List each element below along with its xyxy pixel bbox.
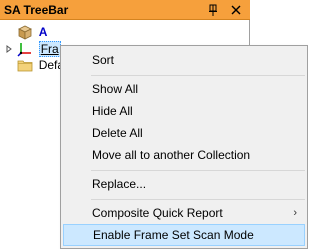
close-icon [231, 5, 241, 15]
menu-item-label: Sort [92, 53, 115, 67]
menu-item-label: Composite Quick Report [92, 206, 223, 220]
menu-item-composite-quick-report[interactable]: Composite Quick Report › [63, 202, 305, 224]
menu-item-label: Show All [92, 82, 139, 96]
close-button[interactable] [229, 3, 243, 17]
menu-item-delete-all[interactable]: Delete All [63, 122, 305, 144]
menu-item-move-all-to-another-collection[interactable]: Move all to another Collection [63, 144, 305, 166]
frame-node-label[interactable]: Fra [38, 41, 61, 57]
menu-separator [91, 75, 305, 76]
root-node-label: A [38, 25, 48, 39]
menu-item-label: Enable Frame Set Scan Mode [93, 228, 254, 242]
panel-title: SA TreeBar [4, 3, 69, 17]
package-icon [17, 24, 33, 40]
expand-arrow-icon[interactable] [4, 41, 14, 57]
screen: SA TreeBar A Fra Defau Sort Show All Hid… [0, 0, 308, 249]
menu-item-show-all[interactable]: Show All [63, 78, 305, 100]
pin-button[interactable] [206, 3, 220, 17]
menu-item-label: Move all to another Collection [92, 148, 251, 162]
menu-item-replace[interactable]: Replace... [63, 173, 305, 195]
menu-separator [91, 199, 305, 200]
menu-separator [91, 170, 305, 171]
menu-item-label: Hide All [92, 104, 133, 118]
root-expander [4, 24, 14, 40]
menu-item-enable-frame-set-scan-mode[interactable]: Enable Frame Set Scan Mode [63, 224, 305, 246]
menu-item-label: Delete All [92, 126, 143, 140]
menu-item-sort[interactable]: Sort [63, 49, 305, 71]
panel-titlebar[interactable]: SA TreeBar [0, 0, 250, 20]
default-expander [4, 57, 14, 73]
menu-item-label: Replace... [92, 177, 147, 191]
folder-icon [17, 57, 33, 73]
frame-axes-icon [17, 41, 33, 57]
tree-node-root[interactable]: A [4, 24, 47, 40]
submenu-arrow-icon: › [293, 207, 297, 219]
tree-node-frame[interactable]: Fra [4, 41, 61, 57]
menu-item-hide-all[interactable]: Hide All [63, 100, 305, 122]
context-menu: Sort Show All Hide All Delete All Move a… [60, 45, 308, 249]
pin-icon [209, 4, 217, 16]
